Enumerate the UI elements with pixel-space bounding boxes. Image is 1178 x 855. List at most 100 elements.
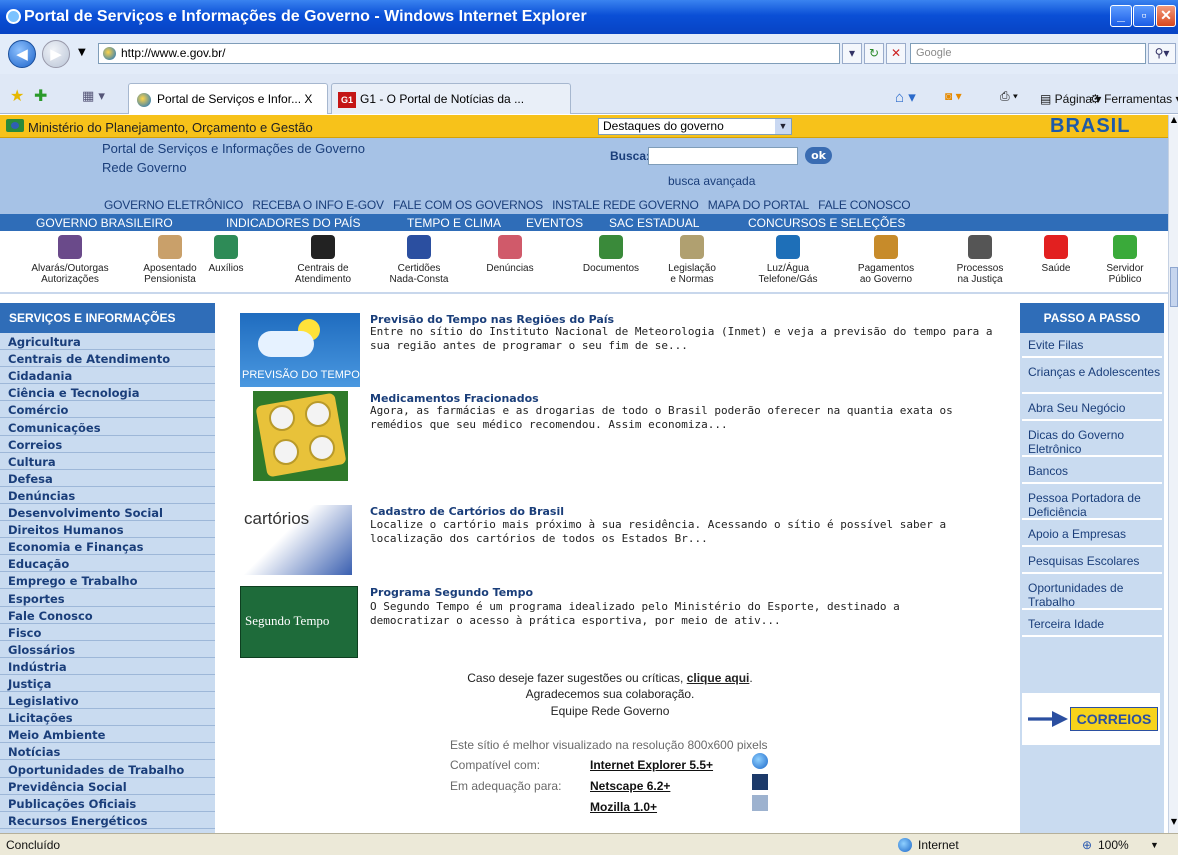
service-icon-item[interactable]: Certidões Nada-Consta <box>379 232 459 285</box>
service-category-link[interactable]: Comunicações <box>0 419 215 436</box>
step-by-step-link[interactable]: Terceira Idade <box>1022 612 1162 637</box>
service-category-link[interactable]: Notícias <box>0 744 215 761</box>
rede-governo-link[interactable]: Rede Governo <box>102 160 187 175</box>
segundo-tempo-news-image[interactable]: Segundo Tempo <box>240 586 358 658</box>
tab-g1[interactable]: G1 G1 - O Portal de Notícias da ... <box>331 83 571 114</box>
back-button[interactable]: ◀ <box>8 40 36 68</box>
step-by-step-link[interactable]: Apoio a Empresas <box>1022 522 1162 547</box>
service-icon-item[interactable]: Legislação e Normas <box>655 232 729 285</box>
service-icon-item[interactable]: Pagamentos ao Governo <box>838 232 934 285</box>
service-category-link[interactable]: Cultura <box>0 453 215 470</box>
tools-menu[interactable]: ⚙ Ferramentas ▾ <box>1090 92 1178 106</box>
medicine-news-image[interactable] <box>253 391 348 481</box>
service-category-link[interactable]: Direitos Humanos <box>0 522 215 539</box>
service-category-link[interactable]: Fisco <box>0 624 215 641</box>
scroll-down-icon[interactable]: ▼ <box>1169 817 1178 831</box>
news-title-4[interactable]: Programa Segundo Tempo <box>370 586 533 599</box>
add-favorites-icon[interactable]: ✚ <box>34 86 47 105</box>
mozilla-link[interactable]: Mozilla 1.0+ <box>590 800 657 814</box>
zoom-dropdown-icon[interactable]: ▼ <box>1150 840 1159 850</box>
service-icon-item[interactable]: Luz/Água Telefone/Gás <box>744 232 832 285</box>
history-dropdown-icon[interactable]: ▼ <box>78 47 86 58</box>
service-category-link[interactable]: Comércio <box>0 402 215 419</box>
nav-tempo-clima[interactable]: TEMPO E CLIMA <box>407 216 501 230</box>
service-category-link[interactable]: Desenvolvimento Social <box>0 505 215 521</box>
link-receba-info[interactable]: RECEBA O INFO E-GOV <box>252 198 384 212</box>
maximize-button[interactable]: ▫ <box>1133 5 1155 27</box>
service-category-link[interactable]: Economia e Finanças <box>0 539 215 556</box>
highlights-select[interactable]: Destaques do governo ▼ <box>598 118 792 135</box>
service-icon-item[interactable]: Servidor Público <box>1090 232 1160 285</box>
correios-banner[interactable]: CORREIOS <box>1022 693 1160 745</box>
url-input[interactable]: http://www.e.gov.br/ <box>98 43 840 64</box>
forward-button[interactable]: ▶ <box>42 40 70 68</box>
home-icon[interactable]: ⌂ ▾ <box>895 88 916 106</box>
close-button[interactable]: ✕ <box>1156 5 1176 27</box>
feeds-icon[interactable]: ◙ ▾ <box>945 89 962 103</box>
service-category-link[interactable]: Legislativo <box>0 693 215 710</box>
link-instale[interactable]: INSTALE REDE GOVERNO <box>552 198 699 212</box>
site-search-input[interactable] <box>648 147 798 165</box>
minimize-button[interactable]: _ <box>1110 5 1132 27</box>
service-category-link[interactable]: Meio Ambiente <box>0 727 215 744</box>
url-dropdown-icon[interactable]: ▾ <box>842 43 862 64</box>
service-category-link[interactable]: Oportunidades de Trabalho <box>0 761 215 778</box>
link-mapa[interactable]: MAPA DO PORTAL <box>708 198 809 212</box>
search-ok-button[interactable]: ok <box>805 147 832 164</box>
service-category-link[interactable]: Correios <box>0 436 215 453</box>
step-by-step-link[interactable]: Crianças e Adolescentes <box>1022 360 1162 394</box>
step-by-step-link[interactable]: Dicas do Governo Eletrônico <box>1022 423 1162 457</box>
service-icon-item[interactable]: Alvarás/Outorgas Autorizações <box>18 232 122 285</box>
cartorios-news-image[interactable]: cartórios <box>240 505 352 575</box>
vertical-scrollbar[interactable]: ▲ ▼ <box>1168 115 1178 833</box>
service-icon-item[interactable]: Denúncias <box>470 232 550 274</box>
link-fale-governos[interactable]: FALE COM OS GOVERNOS <box>393 198 543 212</box>
portal-title[interactable]: Portal de Serviços e Informações de Gove… <box>102 141 365 156</box>
step-by-step-link[interactable]: Evite Filas <box>1022 333 1162 358</box>
favorites-star-icon[interactable]: ★ <box>10 86 24 105</box>
link-fale-conosco[interactable]: FALE CONOSCO <box>818 198 910 212</box>
service-category-link[interactable]: Previdência Social <box>0 778 215 795</box>
service-category-link[interactable]: Educação <box>0 556 215 573</box>
service-category-link[interactable]: Defesa <box>0 470 215 487</box>
search-input[interactable]: Google <box>910 43 1146 64</box>
service-category-link[interactable]: Denúncias <box>0 487 215 504</box>
service-category-link[interactable]: Centrais de Atendimento <box>0 351 215 368</box>
quick-tabs-icon[interactable]: ▦ ▾ <box>82 89 105 104</box>
service-category-link[interactable]: Glossários <box>0 641 215 658</box>
scroll-up-icon[interactable]: ▲ <box>1169 115 1178 129</box>
service-category-link[interactable]: Justiça <box>0 676 215 692</box>
step-by-step-link[interactable]: Bancos <box>1022 459 1162 484</box>
service-category-link[interactable]: Ciência e Tecnologia <box>0 385 215 402</box>
advanced-search-link[interactable]: busca avançada <box>668 174 755 188</box>
nav-indicadores[interactable]: INDICADORES DO PAÍS <box>226 216 360 230</box>
service-icon-item[interactable]: Auxílios <box>196 232 256 274</box>
step-by-step-link[interactable]: Pessoa Portadora de Deficiência <box>1022 486 1162 520</box>
feedback-link[interactable]: clique aqui <box>687 671 750 685</box>
zoom-icon[interactable]: ⊕ <box>1082 838 1092 852</box>
refresh-icon[interactable]: ↻ <box>864 43 884 64</box>
zoom-level[interactable]: 100% <box>1098 838 1129 852</box>
service-category-link[interactable]: Publicações Oficiais <box>0 795 215 812</box>
service-category-link[interactable]: Fale Conosco <box>0 607 215 624</box>
netscape-link[interactable]: Netscape 6.2+ <box>590 779 670 793</box>
service-category-link[interactable]: Emprego e Trabalho <box>0 573 215 590</box>
nav-concursos[interactable]: CONCURSOS E SELEÇÕES <box>748 216 905 230</box>
service-category-link[interactable]: Cidadania <box>0 368 215 385</box>
service-category-link[interactable]: Licitações <box>0 710 215 727</box>
service-icon-item[interactable]: Processos na Justiça <box>935 232 1025 285</box>
service-icon-item[interactable]: Documentos <box>566 232 656 274</box>
step-by-step-link[interactable]: Abra Seu Negócio <box>1022 396 1162 421</box>
print-icon[interactable]: ⎙ ▾ <box>1000 89 1018 104</box>
nav-governo-brasileiro[interactable]: GOVERNO BRASILEIRO <box>36 216 173 230</box>
search-go-icon[interactable]: ⚲▾ <box>1148 43 1176 64</box>
link-governo-eletronico[interactable]: GOVERNO ELETRÔNICO <box>104 198 243 212</box>
service-category-link[interactable]: Agricultura <box>0 334 215 350</box>
nav-sac[interactable]: SAC ESTADUAL <box>609 216 699 230</box>
service-category-link[interactable]: Recursos Energéticos <box>0 812 215 829</box>
step-by-step-link[interactable]: Oportunidades de Trabalho <box>1022 576 1162 610</box>
news-title-3[interactable]: Cadastro de Cartórios do Brasil <box>370 505 564 518</box>
ie-link[interactable]: Internet Explorer 5.5+ <box>590 758 713 772</box>
service-icon-item[interactable]: Centrais de Atendimento <box>278 232 368 285</box>
service-icon-item[interactable]: Saúde <box>1030 232 1082 274</box>
